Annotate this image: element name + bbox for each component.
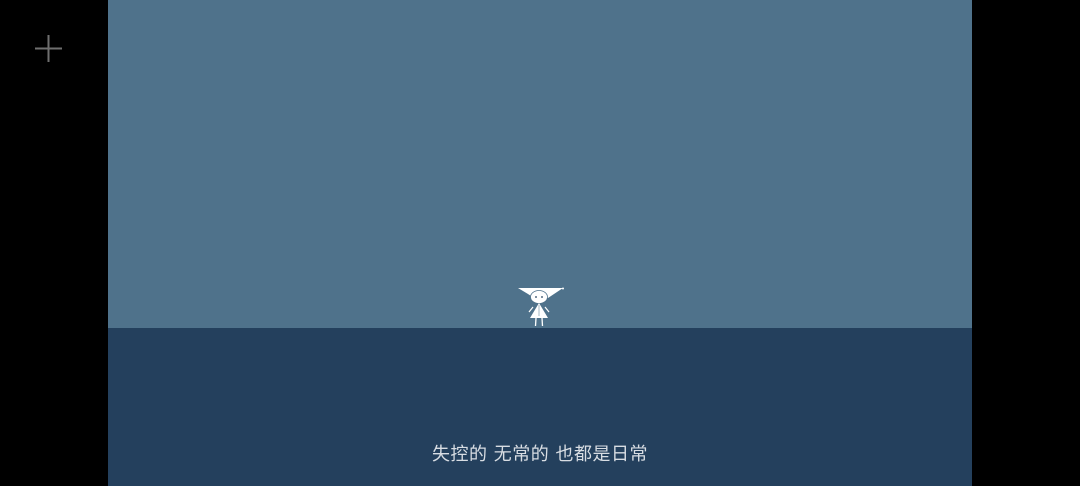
subtitle-text: 失控的 无常的 也都是日常 — [432, 444, 648, 465]
game-screen[interactable]: 失控的 无常的 也都是日常 — [0, 0, 1080, 486]
left-letterbox — [0, 0, 108, 486]
right-letterbox — [972, 0, 1080, 486]
hooded-figure-icon — [516, 285, 566, 329]
game-stage[interactable]: 失控的 无常的 也都是日常 — [108, 0, 972, 486]
sky-background — [108, 0, 972, 328]
crosshair-icon[interactable] — [34, 34, 63, 63]
